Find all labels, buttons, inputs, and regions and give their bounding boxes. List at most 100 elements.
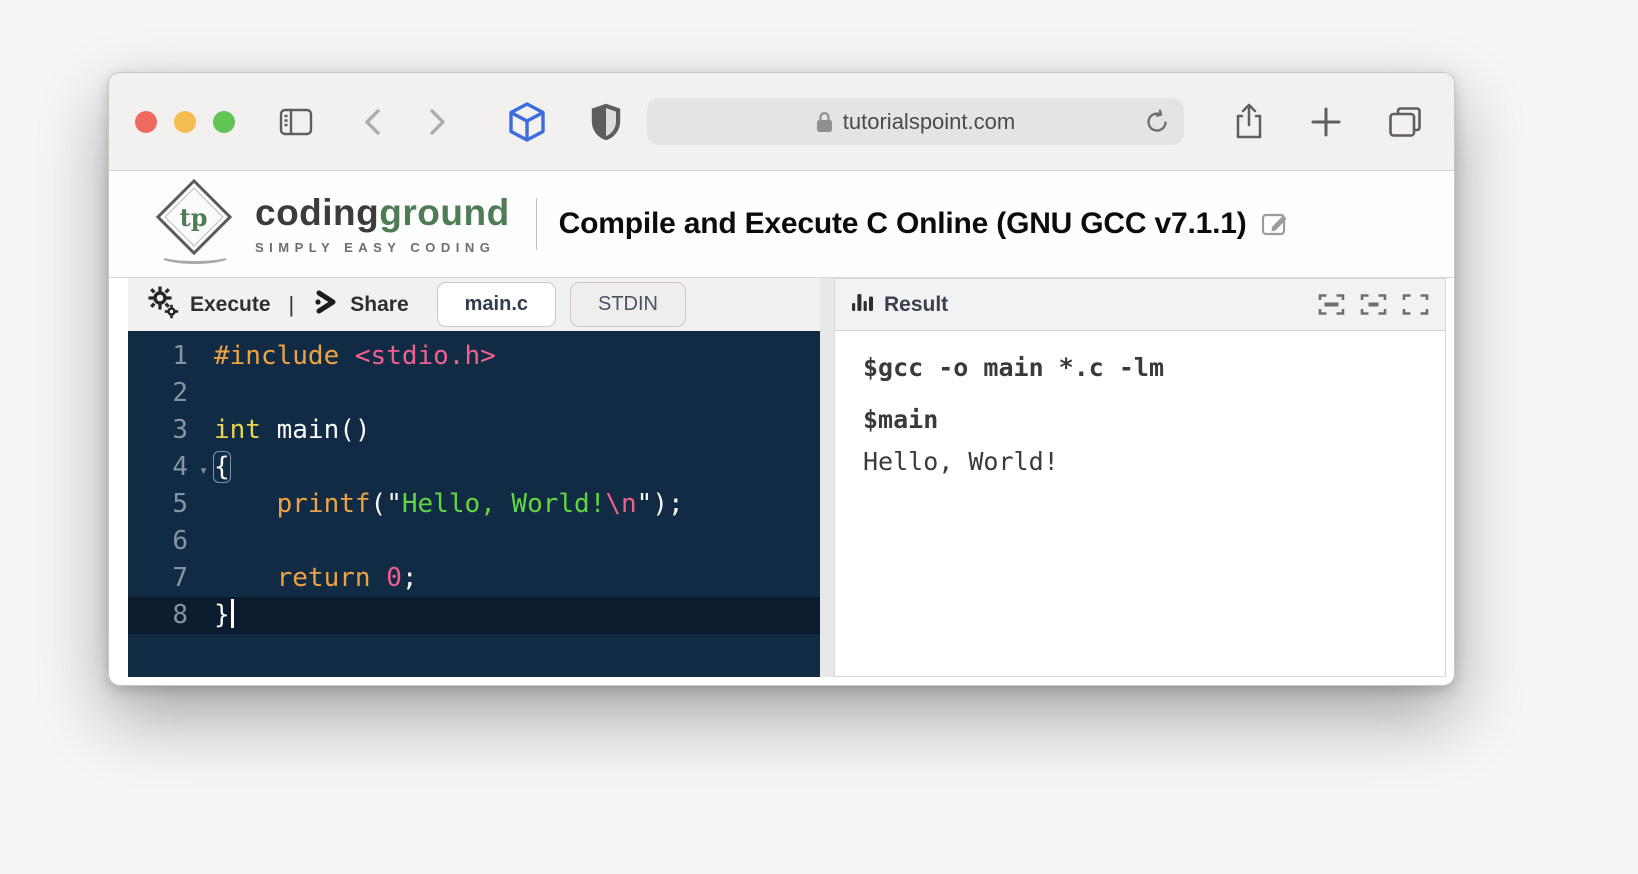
window-controls	[135, 110, 235, 133]
share-page-icon[interactable]	[1234, 103, 1264, 141]
tab-overview-icon[interactable]	[1388, 106, 1422, 138]
code-token: }	[214, 600, 230, 630]
execute-button[interactable]: Execute	[146, 285, 271, 324]
codingground-logo[interactable]: tp codingground SIMPLY EASY CODING	[151, 178, 510, 266]
gutter-cell: 6	[128, 523, 214, 560]
result-title: Result	[884, 292, 949, 316]
fold-arrow-icon[interactable]: ▾	[199, 452, 208, 488]
code-line[interactable]: 1 #include <stdio.h>	[128, 338, 820, 375]
address-bar[interactable]: tutorialspoint.com	[647, 98, 1184, 145]
line-number: 3	[172, 415, 188, 445]
code-content: #include <stdio.h>	[214, 338, 496, 375]
code-line[interactable]: 6	[128, 523, 820, 560]
gutter-cell: 3	[128, 412, 214, 449]
line-number: 6	[172, 526, 188, 556]
zoom-window-button[interactable]	[213, 110, 235, 133]
result-output: $gcc -o main *.c -lm $main Hello, World!	[835, 331, 1445, 676]
tab-main-c[interactable]: main.c	[436, 282, 556, 327]
output-line: $gcc -o main *.c -lm	[863, 353, 1165, 382]
result-window-controls	[1318, 293, 1429, 316]
line-number: 2	[172, 378, 188, 408]
logo-diamond-icon: tp	[151, 178, 241, 266]
toolbar-separator: |	[288, 291, 295, 317]
gutter-cell: 1	[128, 338, 214, 375]
gutter-cell: 5	[128, 486, 214, 523]
extension-cube-icon[interactable]	[507, 101, 547, 143]
file-tabs: main.c STDIN	[436, 282, 686, 327]
logo-tagline: SIMPLY EASY CODING	[255, 239, 496, 255]
gutter-cell: 8	[128, 597, 214, 634]
panel-resize-gutter[interactable]	[820, 278, 834, 677]
code-content: int main()	[214, 412, 371, 449]
back-button-icon[interactable]	[361, 105, 385, 139]
code-content: {	[213, 449, 231, 486]
code-line[interactable]: 7 return 0;	[128, 560, 820, 597]
code-token: 0	[386, 563, 402, 593]
editor-toolbar: Execute | Share main.c STDIN	[128, 278, 820, 331]
share-button[interactable]: Share	[312, 288, 409, 321]
code-editor[interactable]: 1 #include <stdio.h> 2 3 int main() 4 ▾{5 prin…	[128, 331, 820, 677]
ide-area: Execute | Share main.c STDIN 1 #include …	[109, 277, 1454, 677]
logo-word-ground: ground	[379, 191, 510, 233]
code-line[interactable]: 8}	[128, 597, 820, 634]
line-number: 1	[172, 341, 188, 371]
code-line[interactable]: 3 int main()	[128, 412, 820, 449]
page-title: Compile and Execute C Online (GNU GCC v7…	[558, 207, 1247, 240]
code-token: ");	[636, 489, 684, 519]
privacy-shield-icon[interactable]	[591, 103, 621, 141]
execute-label: Execute	[190, 292, 271, 316]
code-content: return 0;	[214, 560, 418, 597]
url-text: tutorialspoint.com	[842, 108, 1016, 134]
line-number: 5	[172, 489, 188, 519]
close-window-button[interactable]	[135, 110, 157, 133]
forward-button-icon[interactable]	[425, 105, 449, 139]
result-panel: Result $gcc -o main *.c -lm $main Hello,…	[834, 278, 1446, 677]
code-token: <stdio.h>	[354, 341, 496, 371]
sidebar-toggle-icon[interactable]	[279, 108, 313, 136]
code-token: printf	[276, 489, 371, 519]
share-arrow-icon	[312, 288, 340, 321]
code-token: main()	[260, 415, 371, 445]
edit-title-icon[interactable]	[1260, 209, 1290, 244]
line-number: 7	[172, 563, 188, 593]
lock-icon	[816, 111, 833, 133]
line-number: 8	[172, 600, 188, 630]
result-header: Result	[835, 279, 1445, 331]
fullscreen-panel-icon[interactable]	[1402, 293, 1429, 316]
bar-chart-icon	[851, 291, 875, 318]
minimize-panel-icon[interactable]	[1360, 293, 1387, 316]
new-tab-icon[interactable]	[1310, 106, 1342, 138]
gears-icon	[146, 285, 180, 324]
minimize-window-button[interactable]	[174, 110, 196, 133]
code-token: {	[213, 451, 231, 483]
gutter-cell: 4 ▾	[128, 449, 214, 486]
code-line[interactable]: 5 printf("Hello, World!\n");	[128, 486, 820, 523]
header-divider	[535, 198, 537, 250]
logo-swoosh	[159, 248, 231, 264]
output-line: $main	[863, 405, 939, 434]
code-token: return	[276, 563, 371, 593]
code-token: ("	[370, 489, 402, 519]
logo-wordmark: codingground	[255, 194, 510, 231]
code-line[interactable]: 4 ▾{	[128, 449, 820, 486]
collapse-panel-icon[interactable]	[1318, 293, 1345, 316]
logo-monogram: tp	[180, 202, 208, 232]
site-header: tp codingground SIMPLY EASY CODING Compi…	[109, 171, 1454, 277]
code-content: }	[214, 597, 234, 634]
share-label: Share	[350, 292, 409, 316]
code-content: printf("Hello, World!\n");	[214, 486, 684, 523]
browser-toolbar: tutorialspoint.com	[109, 73, 1454, 171]
gutter-cell: 2	[128, 375, 214, 412]
code-token: int	[214, 415, 261, 445]
text-cursor	[230, 599, 234, 628]
code-line[interactable]: 2	[128, 375, 820, 412]
editor-panel: Execute | Share main.c STDIN 1 #include …	[128, 278, 820, 677]
reload-icon[interactable]	[1144, 108, 1170, 136]
code-token: Hello, World!	[401, 489, 606, 519]
code-token: ;	[401, 563, 418, 593]
tab-stdin[interactable]: STDIN	[570, 282, 686, 327]
